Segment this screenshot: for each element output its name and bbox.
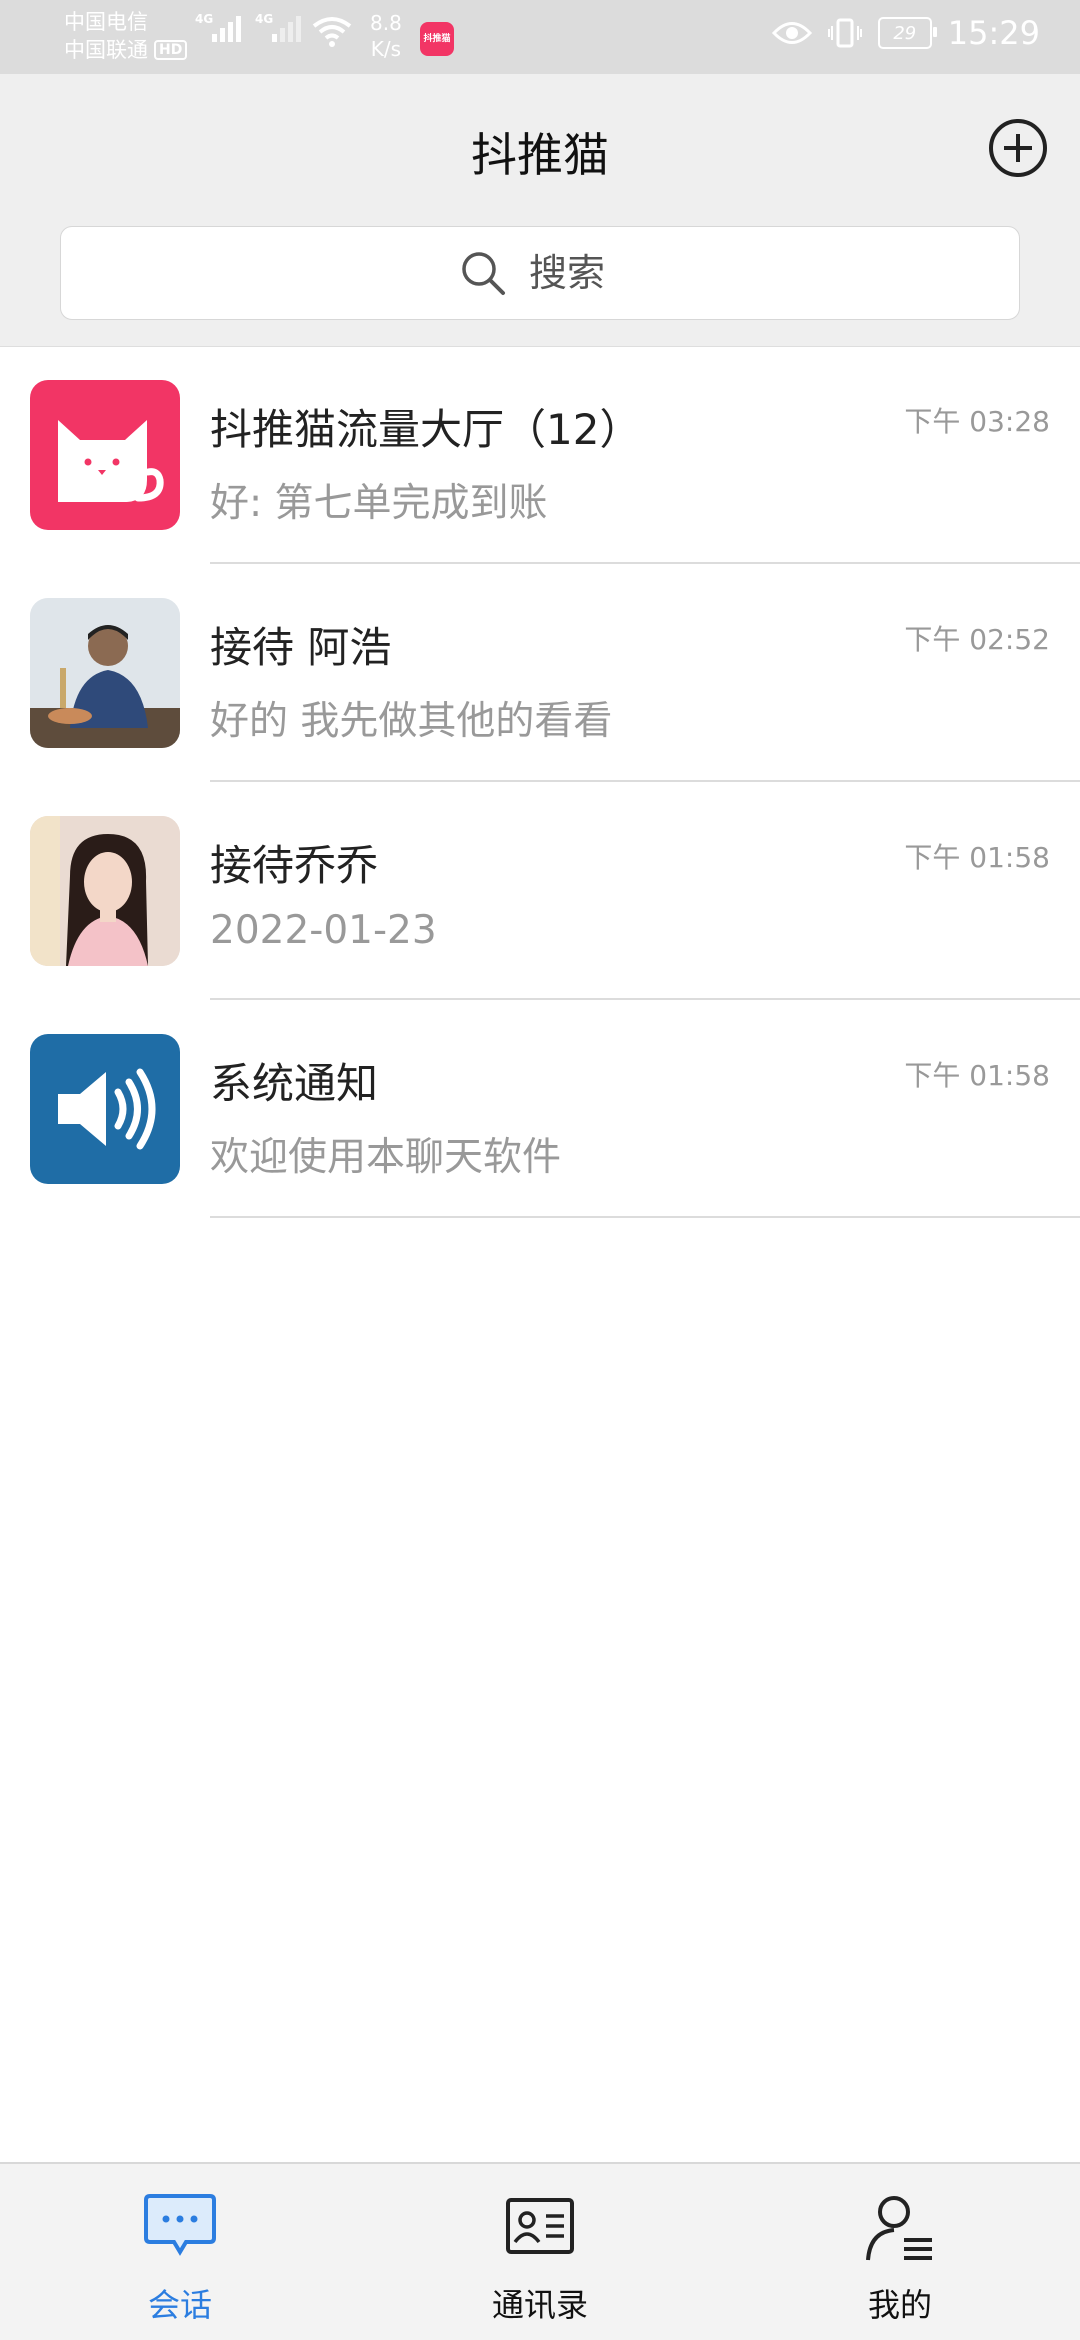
search-icon <box>462 252 505 295</box>
conversation-name: 接待乔乔 <box>210 841 379 890</box>
network-type-1: 4G <box>195 12 214 26</box>
speaker-icon <box>58 1068 156 1150</box>
tab-label: 我的 <box>867 2286 932 2324</box>
net-speed-value: 8.8 <box>370 11 402 35</box>
cat-logo-avatar <box>30 380 180 530</box>
system-notice-avatar <box>30 1034 180 1184</box>
eye-icon <box>771 22 812 44</box>
conversation-name: 抖推猫流量大厅（12） <box>210 405 642 454</box>
conversation-item[interactable]: 接待乔乔 下午 01:58 2022-01-23 <box>0 782 1080 1000</box>
person-photo <box>30 598 180 748</box>
status-bar: 中国电信 中国联通 HD 4G 4G 8.8 K/s 抖推猫 29 15:29 <box>0 0 1080 74</box>
battery-level: 29 <box>893 22 917 44</box>
contact-card-icon <box>506 2198 574 2254</box>
conversation-time: 下午 03:28 <box>904 405 1050 438</box>
network-speed: 8.8 K/s <box>370 10 402 62</box>
app-notification-icon: 抖推猫 <box>420 22 454 56</box>
status-right: 29 15:29 <box>771 14 1040 52</box>
person-photo <box>30 816 180 966</box>
tab-label: 会话 <box>147 2286 212 2324</box>
signal-indicators: 4G 4G <box>195 12 301 42</box>
signal-icon: 4G <box>195 12 241 42</box>
network-type-2: 4G <box>255 12 274 26</box>
divider <box>210 1216 1080 1218</box>
tab-profile[interactable]: 我的 <box>720 2164 1080 2340</box>
search-bar[interactable] <box>60 226 1020 320</box>
clock: 15:29 <box>947 14 1040 52</box>
signal-icon: 4G <box>255 12 301 42</box>
conversation-list: 抖推猫流量大厅（12） 下午 03:28 好: 第七单完成到账 接待 阿浩 下午… <box>0 346 1080 1218</box>
cat-logo-icon <box>58 420 164 502</box>
net-speed-unit: K/s <box>370 37 402 61</box>
battery-indicator: 29 <box>877 17 937 49</box>
conversation-name: 接待 阿浩 <box>210 623 392 672</box>
page-title: 抖推猫 <box>471 128 609 182</box>
vibrate-icon <box>827 18 862 48</box>
conversation-name: 系统通知 <box>210 1059 379 1108</box>
conversation-time: 下午 02:52 <box>904 623 1050 656</box>
carrier-1: 中国电信 <box>64 10 148 34</box>
tab-label: 通讯录 <box>491 2286 588 2324</box>
conversation-item[interactable]: 系统通知 下午 01:58 欢迎使用本聊天软件 <box>0 1000 1080 1218</box>
carrier-2: 中国联通 <box>64 38 148 62</box>
bottom-navigation: 会话 通讯录 我的 <box>0 2162 1080 2340</box>
add-button[interactable] <box>989 119 1047 177</box>
tab-conversations[interactable]: 会话 <box>0 2164 360 2340</box>
conversation-time: 下午 01:58 <box>904 841 1050 874</box>
user-photo-avatar <box>30 598 180 748</box>
user-photo-avatar <box>30 816 180 966</box>
carrier-info: 中国电信 中国联通 HD <box>64 8 188 64</box>
profile-icon <box>866 2196 932 2261</box>
conversation-item[interactable]: 抖推猫流量大厅（12） 下午 03:28 好: 第七单完成到账 <box>0 346 1080 564</box>
conversation-time: 下午 01:58 <box>904 1059 1050 1092</box>
conversation-preview: 好: 第七单完成到账 <box>210 481 548 526</box>
chat-bubble-icon <box>144 2194 216 2256</box>
search-input[interactable] <box>527 250 621 296</box>
wifi-icon <box>312 17 352 47</box>
conversation-preview: 好的 我先做其他的看看 <box>210 699 613 744</box>
header: 抖推猫 <box>0 74 1080 347</box>
hd-badge: HD <box>154 40 188 60</box>
tab-contacts[interactable]: 通讯录 <box>360 2164 720 2340</box>
conversation-preview: 欢迎使用本聊天软件 <box>210 1135 562 1180</box>
conversation-item[interactable]: 接待 阿浩 下午 02:52 好的 我先做其他的看看 <box>0 564 1080 782</box>
conversation-preview: 2022-01-23 <box>210 908 437 953</box>
